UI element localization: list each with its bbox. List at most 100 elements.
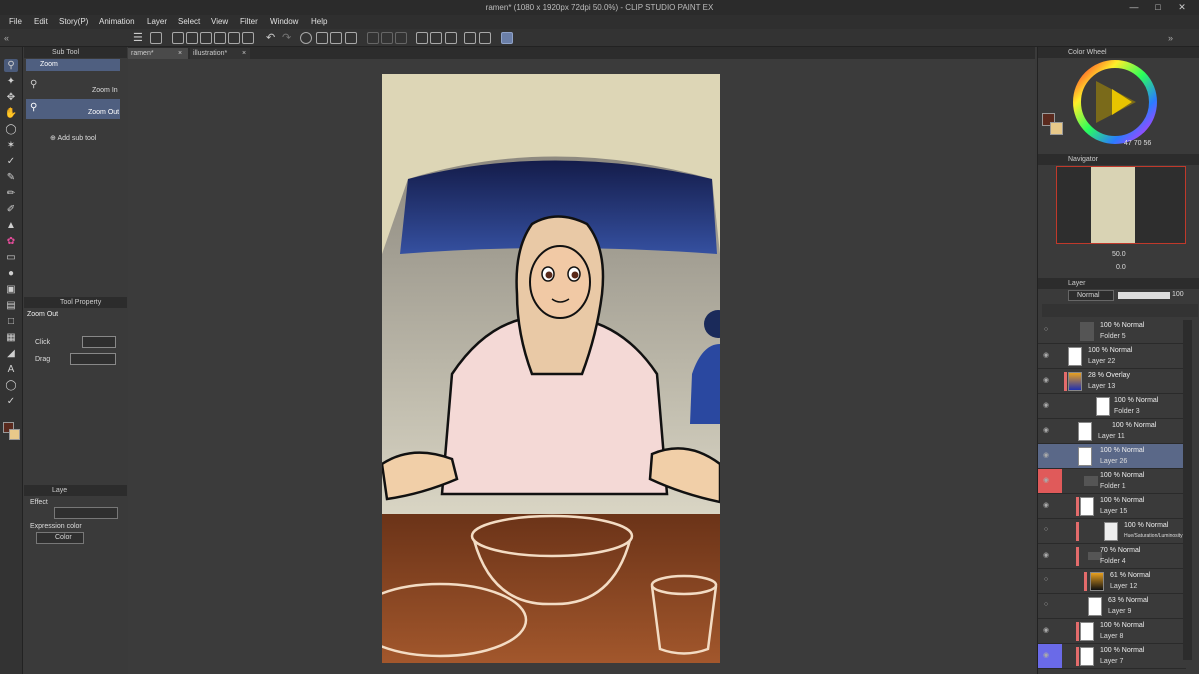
layer-row[interactable]: ◉ 28 % Overlay Layer 13	[1038, 369, 1186, 394]
auto-select-tool-icon[interactable]: ✶	[4, 139, 18, 152]
snap-special-ruler-icon[interactable]	[430, 32, 442, 44]
navigator-preview[interactable]	[1056, 166, 1186, 244]
selection-tool-icon[interactable]: ◯	[4, 123, 18, 136]
decoration-tool-icon[interactable]: ✿	[4, 235, 18, 248]
eye-icon[interactable]: ○	[1041, 326, 1051, 333]
balloon-tool-icon[interactable]: ◯	[4, 379, 18, 392]
airbrush-tool-icon[interactable]: ▲	[4, 219, 18, 232]
layer-row-selected[interactable]: ◉ 100 % Normal Layer 26	[1038, 444, 1186, 469]
drag-mode-toggle[interactable]	[70, 353, 116, 365]
loading-icon[interactable]	[300, 32, 312, 44]
pen-tool-icon[interactable]: ✎	[4, 171, 18, 184]
gradient-tool-icon[interactable]: ▤	[4, 299, 18, 312]
zoom-in-item[interactable]: Zoom In	[92, 87, 118, 94]
navigator-zoom[interactable]: 50.0	[1112, 251, 1126, 258]
canvas-artwork[interactable]	[382, 74, 720, 663]
pencil-tool-icon[interactable]: ✏	[4, 187, 18, 200]
sub-tool-group[interactable]: Zoom	[26, 59, 120, 71]
eye-icon[interactable]: ○	[1041, 526, 1051, 533]
effect-buttons[interactable]	[54, 507, 118, 519]
ruler-tool-icon[interactable]: ◢	[4, 347, 18, 360]
tab-ramen[interactable]: ramen* ×	[128, 48, 188, 59]
snap-grid-icon[interactable]	[445, 32, 457, 44]
eye-icon[interactable]: ◉	[1041, 451, 1051, 459]
clip-studio-icon[interactable]	[150, 32, 162, 44]
object-tool-icon[interactable]: ✦	[4, 75, 18, 88]
eye-icon[interactable]: ◉	[1041, 426, 1051, 434]
layer-row[interactable]: ◉ 100 % Normal Folder 1	[1038, 469, 1186, 494]
eye-icon[interactable]: ◉	[1041, 551, 1051, 559]
navigator-tab[interactable]: Navigator	[1038, 154, 1199, 165]
text-tool-icon[interactable]: A	[4, 363, 18, 376]
tool-property-tab[interactable]: Tool Property	[24, 297, 127, 308]
menu-file[interactable]: File	[9, 15, 22, 29]
eye-icon[interactable]: ◉	[1041, 376, 1051, 384]
zoom-tool-icon[interactable]: ⚲	[4, 59, 18, 72]
eye-icon[interactable]: ○	[1041, 601, 1051, 608]
sub-color-chip[interactable]	[1050, 122, 1063, 135]
collapse-left-icon[interactable]: «	[4, 32, 16, 44]
figure-tool-icon[interactable]: □	[4, 315, 18, 328]
fill-icon[interactable]	[330, 32, 342, 44]
tab-close-icon[interactable]: ×	[178, 48, 182, 59]
menu-view[interactable]: View	[211, 15, 228, 29]
eye-icon[interactable]: ◉	[1041, 401, 1051, 409]
sub-color-swatch[interactable]	[9, 429, 20, 440]
settings-icon[interactable]	[464, 32, 476, 44]
layer-row[interactable]: ○ 100 % Normal Hue/Saturation/Luminosity	[1038, 519, 1186, 544]
menu-help[interactable]: Help	[311, 15, 327, 29]
eye-icon[interactable]: ○	[1041, 576, 1051, 583]
save-icon[interactable]	[200, 32, 212, 44]
open-file-icon[interactable]	[186, 32, 198, 44]
menu-edit[interactable]: Edit	[34, 15, 48, 29]
eye-icon[interactable]: ◉	[1041, 476, 1051, 484]
fill-tool-icon[interactable]: ▣	[4, 283, 18, 296]
eraser-tool-icon[interactable]: ▭	[4, 251, 18, 264]
canvas-area[interactable]	[128, 59, 1035, 674]
new-file-icon[interactable]	[172, 32, 184, 44]
sub-tool-tab[interactable]: Sub Tool	[24, 47, 127, 58]
layer-row[interactable]: ◉ 100 % Normal Folder 3	[1038, 394, 1186, 419]
layer-row[interactable]: ○ 100 % Normal Folder 5	[1038, 319, 1186, 344]
layer-row[interactable]: ○ 63 % Normal Layer 9	[1038, 594, 1186, 619]
snap-ruler-icon[interactable]	[416, 32, 428, 44]
layer-row[interactable]: ◉ 100 % Normal Layer 7	[1038, 644, 1186, 669]
layer-row[interactable]: ◉ 100 % Normal Layer 22	[1038, 344, 1186, 369]
move-tool-icon[interactable]: ✥	[4, 91, 18, 104]
eye-icon[interactable]: ◉	[1041, 651, 1051, 659]
layer-property-tab[interactable]: Laye	[24, 485, 127, 496]
frame-border-tool-icon[interactable]: ▦	[4, 331, 18, 344]
menu-icon[interactable]: ☰	[133, 32, 145, 44]
menu-window[interactable]: Window	[270, 15, 298, 29]
menu-layer[interactable]: Layer	[147, 15, 167, 29]
menu-filter[interactable]: Filter	[240, 15, 258, 29]
blend-tool-icon[interactable]: ●	[4, 267, 18, 280]
click-mode-toggle[interactable]	[82, 336, 116, 348]
expression-color-select[interactable]: Color	[36, 532, 84, 544]
color-wheel-tab[interactable]: Color Wheel	[1038, 47, 1199, 58]
hand-tool-icon[interactable]: ✋	[4, 107, 18, 120]
tab-illustration[interactable]: illustration* ×	[190, 48, 250, 59]
opacity-slider[interactable]	[1118, 292, 1170, 299]
tablet-mode-icon[interactable]	[501, 32, 513, 44]
redo-icon[interactable]: ↷	[282, 32, 294, 44]
menu-select[interactable]: Select	[178, 15, 200, 29]
undo-icon[interactable]: ↶	[266, 32, 278, 44]
layer-row[interactable]: ○ 61 % Normal Layer 12	[1038, 569, 1186, 594]
correct-line-tool-icon[interactable]: ✓	[4, 395, 18, 408]
minimize-button[interactable]: —	[1124, 0, 1144, 15]
menu-story[interactable]: Story(P)	[59, 15, 88, 29]
clear-icon[interactable]	[316, 32, 328, 44]
crop-icon[interactable]	[381, 32, 393, 44]
brush-tool-icon[interactable]: ✐	[4, 203, 18, 216]
print-icon[interactable]	[242, 32, 254, 44]
zoom-out-item-row[interactable]: ⚲ Zoom Out	[26, 99, 120, 119]
add-sub-tool-button[interactable]: ⊕ Add sub tool	[50, 134, 96, 142]
transform-icon[interactable]	[345, 32, 357, 44]
layer-row[interactable]: ◉ 100 % Normal Layer 8	[1038, 619, 1186, 644]
eye-icon[interactable]: ◉	[1041, 501, 1051, 509]
close-button[interactable]: ✕	[1172, 0, 1192, 15]
eye-icon[interactable]: ◉	[1041, 351, 1051, 359]
blend-mode-select[interactable]: Normal	[1068, 290, 1114, 301]
eye-icon[interactable]: ◉	[1041, 626, 1051, 634]
